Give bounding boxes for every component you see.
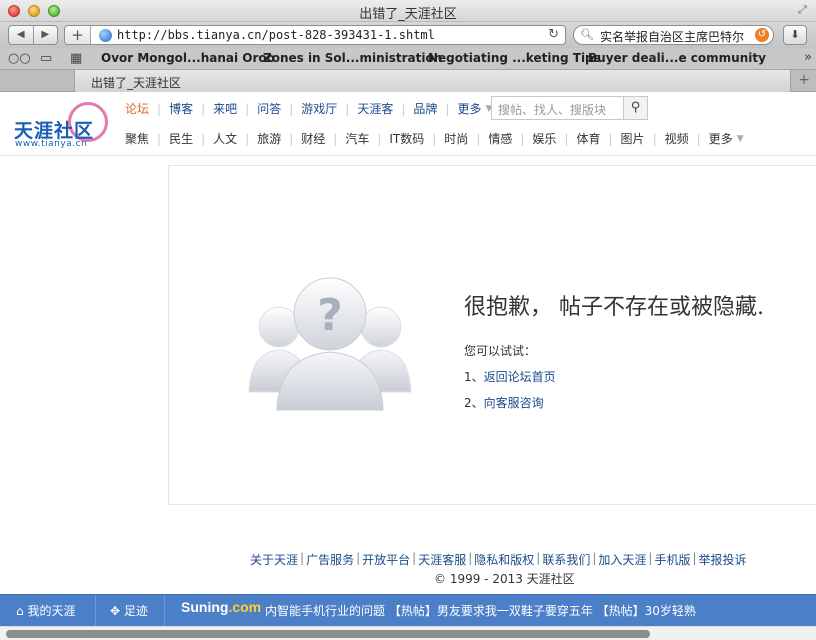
globe-icon (99, 29, 112, 42)
svg-text:?: ? (317, 290, 343, 341)
top-sites-grid-icon[interactable]: ▦ (70, 51, 82, 66)
nav2-item-yule[interactable]: 娱乐 (532, 130, 556, 147)
add-bookmark-button[interactable]: + (65, 26, 91, 44)
chevron-down-icon[interactable]: ▼ (737, 134, 744, 144)
footprint-icon: ✥ (110, 604, 121, 618)
back-to-forum-home-link[interactable]: 返回论坛首页 (484, 370, 556, 384)
contact-support-link[interactable]: 向客服咨询 (484, 396, 544, 410)
nav2-item-lvyou[interactable]: 旅游 (257, 130, 281, 147)
option-2-number: 2、 (464, 396, 484, 410)
nav2-item-shishang[interactable]: 时尚 (444, 130, 468, 147)
nav-item-pinpai[interactable]: 品牌 (413, 100, 437, 117)
book-icon[interactable]: ▭ (40, 51, 52, 66)
footer-link-ads[interactable]: 广告服务 (306, 551, 354, 568)
primary-nav: 论坛 | 博客 | 来吧 | 问答 | 游戏厅 | 天涯客 | 品牌 | 更多 ▼ (125, 100, 493, 117)
reload-icon[interactable]: ↻ (548, 27, 559, 42)
nav-item-tianyake[interactable]: 天涯客 (357, 100, 393, 117)
footprints-button[interactable]: ✥ 足迹 (110, 602, 148, 619)
error-title: 很抱歉， 帖子不存在或被隐藏. (464, 295, 764, 320)
secondary-nav: 聚焦 | 民生 | 人文 | 旅游 | 财经 | 汽车 | IT数码 | 时尚 | 情感 | 娱乐… (125, 130, 744, 147)
window-titlebar: 出错了_天涯社区 ⤢ (0, 0, 816, 22)
nav-item-luntan[interactable]: 论坛 (125, 100, 149, 117)
search-icon: 🔍︎ (580, 28, 594, 41)
hot-topics-ticker[interactable]: 内智能手机行业的问题 【热帖】男友要求我一双鞋子要穿五年 【热帖】30岁轻熟 (265, 602, 697, 619)
tab-bar: 出错了_天涯社区 + (0, 70, 816, 92)
browser-search-value[interactable]: 实名举报自治区主席巴特尔 (600, 28, 748, 45)
suning-logo[interactable]: Suning.com (181, 599, 261, 615)
footer-link-about[interactable]: 关于天涯 (250, 551, 298, 568)
window-title: 出错了_天涯社区 (359, 7, 457, 22)
bookmarks-bar: ○○ ▭ ▦ Ovor Mongol...hanai Oroo Zones in… (0, 48, 816, 70)
more-bookmarks-icon[interactable]: » (804, 50, 812, 65)
nav-item-boke[interactable]: 博客 (169, 100, 193, 117)
back-forward-buttons: ◀ ▶ (8, 25, 58, 45)
reading-list-icon[interactable]: ○○ (8, 51, 31, 66)
try-label: 您可以试试： (464, 344, 537, 358)
nav-item-wenda[interactable]: 问答 (257, 100, 281, 117)
copyright: © 1999 - 2013 天涯社区 (434, 572, 575, 586)
fullscreen-icon[interactable]: ⤢ (798, 4, 810, 16)
new-tab-icon[interactable]: + (798, 72, 810, 88)
option-1-number: 1、 (464, 370, 484, 384)
site-search-box[interactable]: 搜帖、找人、搜版块 ⚲ (491, 96, 648, 120)
bottom-toolbar: ⌂ 我的天涯 ✥ 足迹 Suning.com 内智能手机行业的问题 【热帖】男友… (0, 594, 816, 627)
home-icon: ⌂ (16, 604, 24, 618)
option-2: 2、向客服咨询 (464, 394, 544, 411)
bookmark-3[interactable]: Negotiating ...keting Tips (428, 51, 601, 65)
footprints-label: 足迹 (123, 604, 148, 618)
site-header: 天涯社区 www.tianya.cn 论坛 | 博客 | 来吧 | 问答 | 游戏厅 | … (0, 92, 816, 156)
nav2-item-renwen[interactable]: 人文 (213, 130, 237, 147)
footer-link-report[interactable]: 举报投诉 (699, 551, 747, 568)
option-1: 1、返回论坛首页 (464, 368, 556, 385)
nav-item-more[interactable]: 更多 (457, 100, 481, 117)
back-arrow-icon[interactable]: ◀ (9, 26, 34, 44)
footer-link-support[interactable]: 天涯客服 (418, 551, 466, 568)
site-search-button[interactable]: ⚲ (623, 97, 647, 119)
bookmark-1[interactable]: Ovor Mongol...hanai Oroo (101, 51, 275, 65)
logo-subtext: www.tianya.cn (15, 139, 88, 149)
footer-links: 关于天涯 | 广告服务 | 开放平台 | 天涯客服 | 隐私和版权 | 联系我们 | 加入天… (250, 551, 747, 568)
nav2-item-qiche[interactable]: 汽车 (345, 130, 369, 147)
bookmark-4[interactable]: Buyer deali...e community (588, 51, 766, 65)
horizontal-scrollbar[interactable] (0, 626, 816, 640)
my-tianya-label: 我的天涯 (27, 604, 76, 618)
forward-arrow-icon[interactable]: ▶ (34, 26, 58, 44)
nav-item-laiba[interactable]: 来吧 (213, 100, 237, 117)
browser-toolbar: ◀ ▶ + http://bbs.tianya.cn/post-828-3934… (0, 22, 816, 48)
site-search-placeholder: 搜帖、找人、搜版块 (498, 103, 607, 117)
tianya-logo[interactable]: 天涯社区 www.tianya.cn (12, 100, 110, 149)
horizontal-scrollbar-thumb[interactable] (6, 630, 650, 638)
nav2-item-tiyu[interactable]: 体育 (576, 130, 600, 147)
nav2-item-more[interactable]: 更多 (709, 130, 733, 147)
nav2-item-it[interactable]: IT数码 (389, 130, 424, 147)
footer-link-privacy[interactable]: 隐私和版权 (474, 551, 534, 568)
footer-link-mobile[interactable]: 手机版 (654, 551, 690, 568)
downloads-icon[interactable]: ⬇ (783, 25, 807, 45)
snapback-icon[interactable]: ↺ (755, 28, 769, 42)
nav2-item-qinggan[interactable]: 情感 (488, 130, 512, 147)
my-tianya-button[interactable]: ⌂ 我的天涯 (16, 602, 75, 619)
footer-link-contact[interactable]: 联系我们 (542, 551, 590, 568)
address-bar[interactable]: + http://bbs.tianya.cn/post-828-393431-1… (64, 25, 566, 45)
bookmark-2[interactable]: Zones in Sol...ministration (263, 51, 442, 65)
nav2-item-shipin[interactable]: 视频 (665, 130, 689, 147)
browser-search-field[interactable]: 🔍︎ 实名举报自治区主席巴特尔 ↺ (573, 25, 774, 45)
nav2-item-caijing[interactable]: 财经 (301, 130, 325, 147)
footer-link-join[interactable]: 加入天涯 (598, 551, 646, 568)
nav2-item-jujiao[interactable]: 聚焦 (125, 130, 149, 147)
tab-active[interactable]: 出错了_天涯社区 (74, 70, 791, 92)
nav2-item-tupian[interactable]: 图片 (621, 130, 645, 147)
footer-link-open-platform[interactable]: 开放平台 (362, 551, 410, 568)
nav2-item-minsheng[interactable]: 民生 (169, 130, 193, 147)
nav-item-youxiting[interactable]: 游戏厅 (301, 100, 337, 117)
missing-user-icon: ? (248, 277, 412, 411)
url-text[interactable]: http://bbs.tianya.cn/post-828-393431-1.s… (117, 28, 435, 42)
tab-label: 出错了_天涯社区 (91, 76, 182, 90)
